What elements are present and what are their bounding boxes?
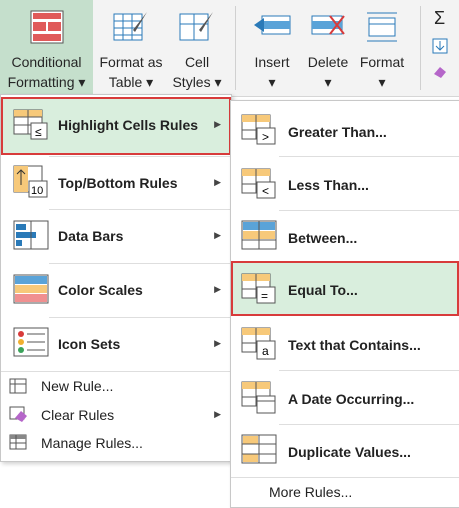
equal-to-icon: = [241, 273, 276, 304]
svg-text:>: > [262, 130, 269, 144]
menu-item-label: Color Scales [58, 282, 143, 298]
menu-item-label: Manage Rules... [41, 435, 143, 451]
menu-item-label: Clear Rules [41, 407, 115, 423]
submenu-item-equal-to[interactable]: = Equal To... [231, 261, 459, 316]
conditional-formatting-button[interactable]: Conditional Formatting ▾ [0, 0, 93, 96]
submenu-item-label: More Rules... [269, 484, 353, 500]
menu-item-label: Data Bars [58, 228, 124, 244]
svg-text:≤: ≤ [35, 125, 42, 139]
menu-separator [279, 424, 459, 425]
menu-item-label: Highlight Cells Rules [58, 117, 199, 133]
submenu-item-less-than[interactable]: < Less Than... [231, 158, 459, 210]
menu-item-label: Icon Sets [58, 336, 121, 352]
between-icon [241, 220, 277, 250]
submenu-arrow-icon: ▶ [214, 338, 221, 348]
conditional-formatting-icon [30, 10, 63, 44]
svg-text:a: a [262, 344, 269, 358]
submenu-arrow-icon: ▶ [214, 284, 221, 294]
svg-text:<: < [262, 184, 269, 198]
submenu-item-label: Less Than... [288, 177, 369, 193]
menu-separator [279, 210, 459, 211]
conditional-formatting-menu: ≤ Highlight Cells Rules ▶ 10 Top/Bottom … [0, 94, 232, 462]
format-as-table-icon [113, 12, 147, 41]
submenu-item-label: A Date Occurring... [288, 391, 415, 407]
format-icon [367, 12, 397, 42]
menu-item-manage-rules[interactable]: Manage Rules... [1, 429, 231, 457]
manage-rules-icon [9, 434, 27, 450]
submenu-arrow-icon: ▶ [214, 119, 221, 129]
date-occurring-icon [241, 381, 276, 414]
cell-styles-button[interactable]: Cell Styles ▾ [167, 0, 227, 96]
menu-item-label: New Rule... [41, 378, 114, 394]
submenu-item-label: Between... [288, 230, 358, 246]
insert-button[interactable]: Insert ▾ [243, 0, 301, 96]
cell-styles-label: Cell [184, 54, 210, 70]
new-rule-icon [9, 378, 27, 394]
format-button[interactable]: Format ▾ [354, 0, 410, 96]
insert-label: Insert [254, 54, 290, 70]
ribbon-separator [420, 6, 421, 90]
menu-separator [279, 156, 459, 157]
insert-dropdown-arrow: ▾ [268, 74, 276, 90]
ribbon: Conditional Formatting ▾ Format as Table… [0, 0, 459, 97]
submenu-item-duplicate-values[interactable]: Duplicate Values... [231, 426, 459, 476]
highlight-cells-submenu: > Greater Than... < Less Than... Between… [230, 100, 459, 508]
submenu-item-text-contains[interactable]: a Text that Contains... [231, 319, 459, 369]
menu-item-highlight-cells-rules[interactable]: ≤ Highlight Cells Rules ▶ [1, 97, 231, 155]
menu-item-icon-sets[interactable]: Icon Sets ▶ [1, 318, 231, 370]
submenu-item-between[interactable]: Between... [231, 212, 459, 262]
insert-icon [254, 15, 291, 35]
submenu-item-date-occurring[interactable]: A Date Occurring... [231, 372, 459, 424]
svg-text:=: = [261, 289, 268, 303]
top-bottom-icon: 10 [13, 165, 48, 198]
menu-item-clear-rules[interactable]: Clear Rules ▶ [1, 401, 231, 429]
highlight-cells-icon: ≤ [13, 109, 48, 140]
less-than-icon: < [241, 168, 276, 199]
submenu-item-label: Text that Contains... [288, 337, 421, 353]
greater-than-icon: > [241, 114, 276, 145]
menu-item-color-scales[interactable]: Color Scales ▶ [1, 264, 231, 317]
delete-icon [311, 15, 345, 35]
submenu-item-label: Duplicate Values... [288, 444, 411, 460]
clear-icon[interactable] [432, 64, 448, 80]
delete-dropdown-arrow: ▾ [324, 74, 332, 90]
submenu-arrow-icon: ▶ [214, 177, 221, 187]
delete-button[interactable]: Delete ▾ [302, 0, 354, 96]
menu-separator [279, 370, 459, 371]
conditional-formatting-label-2: Formatting ▾ [7, 74, 86, 90]
conditional-formatting-label: Conditional [11, 54, 82, 70]
format-as-table-label: Format as [99, 54, 163, 70]
data-bars-icon [13, 220, 49, 250]
menu-item-new-rule[interactable]: New Rule... [1, 373, 231, 401]
submenu-arrow-icon: ▶ [214, 230, 221, 240]
clear-rules-icon [9, 406, 27, 422]
icon-sets-icon [13, 327, 49, 357]
menu-item-label: Top/Bottom Rules [58, 175, 178, 191]
menu-item-data-bars[interactable]: Data Bars ▶ [1, 210, 231, 263]
color-scales-icon [13, 274, 49, 304]
svg-text:10: 10 [31, 185, 43, 197]
cell-styles-label-2: Styles ▾ [172, 74, 222, 90]
submenu-item-label: Equal To... [288, 282, 358, 298]
format-dropdown-arrow: ▾ [378, 74, 386, 90]
submenu-arrow-icon: ▶ [214, 409, 221, 419]
menu-item-top-bottom-rules[interactable]: 10 Top/Bottom Rules ▶ [1, 157, 231, 209]
menu-separator [1, 371, 231, 372]
fill-icon[interactable] [432, 38, 448, 54]
format-as-table-button[interactable]: Format as Table ▾ [95, 0, 167, 96]
ribbon-separator [235, 6, 236, 90]
format-label: Format [359, 54, 405, 70]
cell-styles-icon [179, 12, 213, 41]
autosum-icon[interactable]: Σ [434, 8, 445, 29]
submenu-item-more-rules[interactable]: More Rules... [231, 479, 459, 505]
submenu-item-label: Greater Than... [288, 124, 387, 140]
duplicate-values-icon [241, 434, 277, 464]
format-as-table-label-2: Table ▾ [108, 74, 154, 90]
text-contains-icon: a [241, 327, 276, 360]
submenu-item-greater-than[interactable]: > Greater Than... [231, 105, 459, 155]
delete-label: Delete [307, 54, 349, 70]
menu-separator [231, 477, 459, 478]
